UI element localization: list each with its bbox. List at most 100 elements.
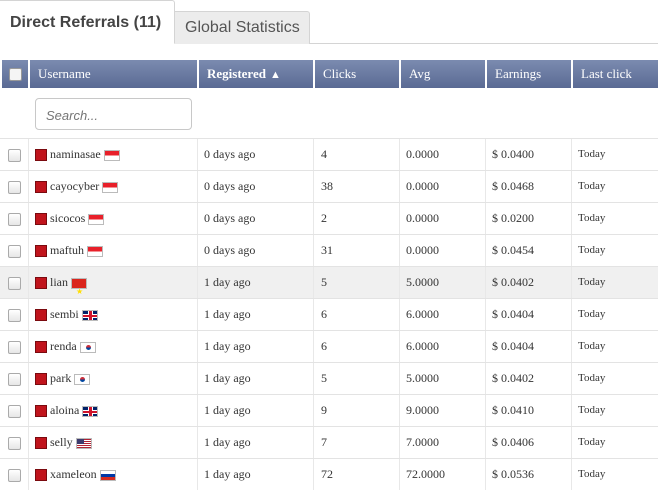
registered-cell: 1 day ago [204,275,251,289]
clicks-cell: 2 [321,211,327,225]
table-row[interactable]: xameleon 1 day ago 72 72.0000 $ 0.0536 Today [0,458,658,490]
row-checkbox-cell [8,299,21,330]
last-click-cell: Today [578,340,606,352]
registered-cell: 0 days ago [204,147,256,161]
vietnam-flag-icon [71,276,87,307]
user-icon [35,149,47,162]
username-cell: maftuh [35,235,103,266]
username[interactable]: selly [50,435,73,449]
indonesia-flag-icon [102,181,119,193]
earnings-cell: $ 0.0200 [492,211,534,225]
avg-cell: 0.0000 [406,211,439,225]
row-checkbox-cell [8,235,21,266]
clicks-cell: 7 [321,435,327,449]
user-icon [35,245,47,258]
row-checkbox[interactable] [8,212,21,226]
username[interactable]: sicocos [50,211,85,225]
table-row[interactable]: selly 1 day ago 7 7.0000 $ 0.0406 Today [0,426,658,458]
user-icon [35,437,47,450]
united-states-flag-icon [75,437,92,449]
tab-bar: Direct Referrals (11) Global Statistics [0,0,658,44]
registered-cell: 0 days ago [204,211,256,225]
table-row[interactable]: sembi 1 day ago 6 6.0000 $ 0.0404 Today [0,298,658,330]
username[interactable]: lian [50,275,68,289]
select-all-checkbox[interactable] [9,68,22,81]
row-checkbox[interactable] [8,340,21,354]
table-row[interactable]: park 1 day ago 5 5.0000 $ 0.0402 Today [0,362,658,394]
header-registered[interactable]: Registered ▲ [199,60,313,88]
header-registered-label: Registered [207,66,266,81]
tab-direct-referrals[interactable]: Direct Referrals (11) [0,0,175,44]
username[interactable]: aloina [50,403,79,417]
username[interactable]: xameleon [50,467,97,481]
row-checkbox-cell [8,331,21,362]
clicks-cell: 38 [321,179,333,193]
earnings-cell: $ 0.0402 [492,371,534,385]
row-checkbox[interactable] [8,372,21,386]
earnings-cell: $ 0.0404 [492,307,534,321]
row-checkbox[interactable] [8,468,21,482]
username[interactable]: sembi [50,307,79,321]
table-row[interactable]: renda 1 day ago 6 6.0000 $ 0.0404 Today [0,330,658,362]
tab-global-statistics[interactable]: Global Statistics [175,11,310,44]
row-checkbox[interactable] [8,148,21,162]
table-row[interactable]: naminasae 0 days ago 4 0.0000 $ 0.0400 Today [0,138,658,170]
registered-cell: 1 day ago [204,467,251,481]
south-korea-flag-icon [74,373,91,385]
username-cell: sicocos [35,203,105,234]
user-icon [35,309,47,322]
header-avg[interactable]: Avg [401,60,485,88]
clicks-cell: 72 [321,467,333,481]
user-icon [35,341,47,354]
clicks-cell: 9 [321,403,327,417]
row-checkbox[interactable] [8,404,21,418]
header-last-click[interactable]: Last click [573,60,658,88]
avg-cell: 0.0000 [406,179,439,193]
united-kingdom-flag-icon [81,309,98,321]
username-cell: cayocyber [35,171,119,202]
row-checkbox[interactable] [8,276,21,290]
search-box [35,98,192,130]
south-korea-flag-icon [79,341,96,353]
row-checkbox-cell [8,267,21,298]
row-checkbox[interactable] [8,308,21,322]
avg-cell: 5.0000 [406,275,439,289]
row-checkbox-cell [8,363,21,394]
last-click-cell: Today [578,468,606,480]
table-row[interactable]: sicocos 0 days ago 2 0.0000 $ 0.0200 Today [0,202,658,234]
username-cell: renda [35,331,96,362]
avg-cell: 6.0000 [406,339,439,353]
username[interactable]: renda [50,339,77,353]
avg-cell: 7.0000 [406,435,439,449]
row-checkbox[interactable] [8,244,21,258]
last-click-cell: Today [578,404,606,416]
username-search-input[interactable] [44,100,188,130]
header-select-all [2,60,28,88]
username-cell: naminasae [35,139,120,170]
table-row[interactable]: aloina 1 day ago 9 9.0000 $ 0.0410 Today [0,394,658,426]
username[interactable]: cayocyber [50,179,99,193]
registered-cell: 1 day ago [204,307,251,321]
username[interactable]: park [50,371,71,385]
table-row[interactable]: maftuh 0 days ago 31 0.0000 $ 0.0454 Today [0,234,658,266]
header-earnings[interactable]: Earnings [487,60,571,88]
table-row[interactable]: cayocyber 0 days ago 38 0.0000 $ 0.0468 Today [0,170,658,202]
row-checkbox[interactable] [8,180,21,194]
username[interactable]: naminasae [50,147,101,161]
earnings-cell: $ 0.0406 [492,435,534,449]
row-checkbox-cell [8,171,21,202]
user-icon [35,277,47,290]
earnings-cell: $ 0.0410 [492,403,534,417]
last-click-cell: Today [578,436,606,448]
header-username[interactable]: Username [30,60,197,88]
user-icon [35,469,47,482]
table-row[interactable]: lian 1 day ago 5 5.0000 $ 0.0402 Today [0,266,658,307]
header-clicks[interactable]: Clicks [315,60,399,88]
indonesia-flag-icon [103,149,120,161]
earnings-cell: $ 0.0402 [492,275,534,289]
row-checkbox[interactable] [8,436,21,450]
user-icon [35,373,47,386]
username[interactable]: maftuh [50,243,84,257]
clicks-cell: 31 [321,243,333,257]
username-cell: selly [35,427,92,458]
